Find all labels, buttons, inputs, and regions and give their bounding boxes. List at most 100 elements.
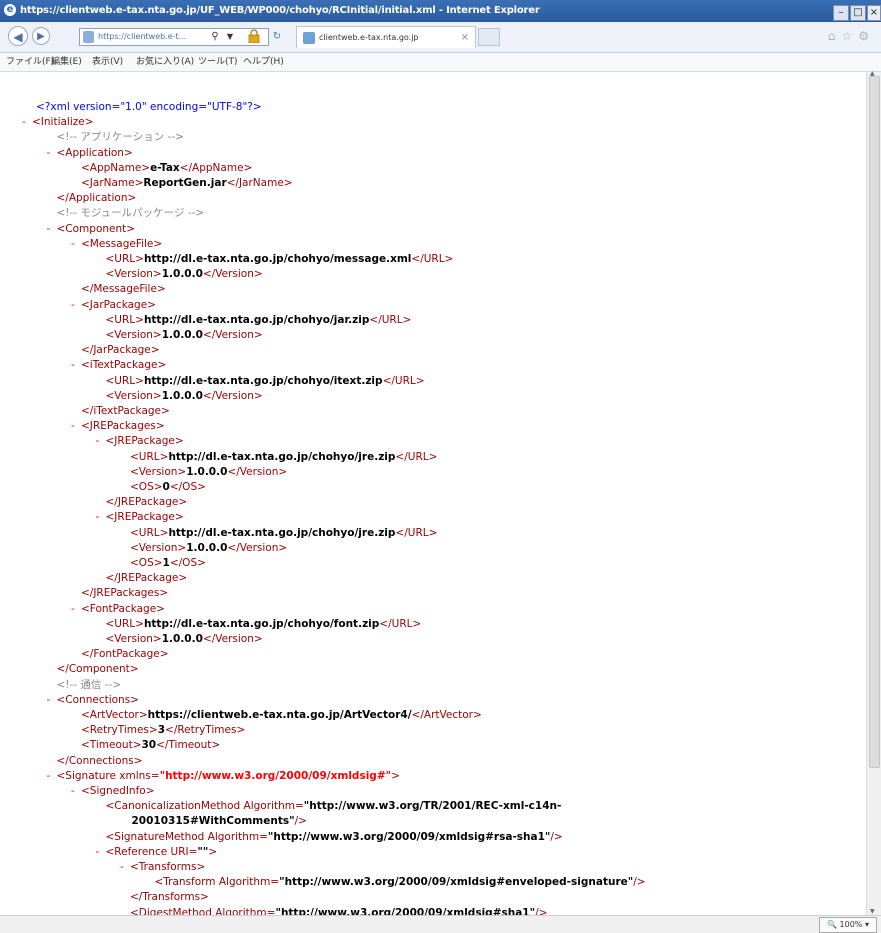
xml-tag-end: > xyxy=(208,845,218,858)
collapse-toggle[interactable]: - xyxy=(96,434,106,449)
xml-open-tag: <JREPackages> xyxy=(81,420,165,433)
xml-close-tag: </MessageFile> xyxy=(81,283,166,296)
xml-line: - <iTextPackage> xyxy=(71,358,166,373)
page-icon xyxy=(83,31,94,43)
xml-value: 3 xyxy=(157,724,166,737)
xml-open-tag: <Application> xyxy=(56,146,133,159)
xml-value: ReportGen.jar xyxy=(143,177,227,189)
status-bar: 🔍 100% ▾ xyxy=(0,915,881,933)
zoom-level: 100% xyxy=(839,920,863,929)
zoom-control[interactable]: 🔍 100% ▾ xyxy=(819,917,877,933)
xml-close-tag: </Version> xyxy=(227,465,288,478)
xml-open-tag: <SignatureMethod xyxy=(105,830,208,843)
xml-close-tag: </RetryTimes> xyxy=(165,724,246,737)
collapse-toggle[interactable]: - xyxy=(47,693,57,708)
search-icon[interactable]: ⚲ xyxy=(208,28,222,46)
xml-line: </Transforms> xyxy=(130,890,209,905)
home-icon[interactable]: ⌂ xyxy=(828,29,842,43)
scroll-down-icon[interactable]: ▼ xyxy=(870,908,875,915)
xml-open-tag: <SignedInfo> xyxy=(81,785,155,797)
xml-tag-end: /> xyxy=(294,815,307,828)
collapse-toggle[interactable]: - xyxy=(120,860,130,875)
close-icon[interactable]: × xyxy=(867,5,881,21)
xml-line: <URL>http://dl.e-tax.nta.go.jp/chohyo/jr… xyxy=(130,450,437,465)
maximize-icon[interactable]: □ xyxy=(850,5,866,21)
xml-close-tag: </URL> xyxy=(379,617,422,630)
menu-favorites[interactable]: お気に入り(A) xyxy=(136,53,194,71)
back-button[interactable]: ◀ xyxy=(8,26,28,46)
collapse-toggle[interactable]: - xyxy=(47,146,57,161)
menu-file[interactable]: ファイル(F) xyxy=(6,53,54,71)
refresh-icon[interactable]: ↻ xyxy=(270,28,284,46)
gear-icon[interactable]: ⚙ xyxy=(858,29,875,43)
xml-line: <URL>http://dl.e-tax.nta.go.jp/chohyo/jr… xyxy=(130,526,437,541)
xml-open-tag: <Timeout> xyxy=(81,739,142,752)
xml-open-tag: <URL> xyxy=(130,450,169,463)
menu-edit[interactable]: 編集(E) xyxy=(51,53,82,71)
xml-open-tag: <OS> xyxy=(130,557,163,569)
xml-line: </Application> xyxy=(57,191,137,206)
xml-open-tag: <Connections> xyxy=(56,693,139,706)
xml-line: </JREPackage> xyxy=(106,571,188,586)
xml-open-tag: <URL> xyxy=(105,253,144,265)
collapse-toggle[interactable]: - xyxy=(22,115,32,130)
xml-value: 0 xyxy=(162,481,170,493)
xml-line: <!-- アプリケーション --> xyxy=(57,130,184,145)
xml-open-tag: <OS> xyxy=(130,481,163,493)
xml-value: 1.0.0.0 xyxy=(186,541,228,554)
collapse-toggle[interactable]: - xyxy=(96,510,106,525)
collapse-toggle[interactable]: - xyxy=(71,419,81,434)
collapse-toggle[interactable]: - xyxy=(71,298,81,313)
xml-line: - <Connections> xyxy=(47,693,139,708)
xml-line: <Version>1.0.0.0</Version> xyxy=(130,541,287,556)
xml-open-tag: <Version> xyxy=(105,389,162,402)
tab-close-icon[interactable]: × xyxy=(461,27,469,48)
xml-line: <OS>0</OS> xyxy=(130,480,206,495)
xml-value: 1.0.0.0 xyxy=(186,465,228,478)
collapse-toggle[interactable]: - xyxy=(71,237,81,252)
minimize-icon[interactable]: – xyxy=(833,5,849,21)
xml-declaration: <?xml version="1.0" encoding="UTF-8"?> xyxy=(36,101,262,113)
vertical-scrollbar[interactable]: ▲ ▼ xyxy=(866,70,881,915)
collapse-toggle[interactable]: - xyxy=(96,845,106,860)
navigation-bar: ◀ ▶ https://clientweb.e-t... ⚲ ▼ ↻ clien… xyxy=(0,22,881,53)
xml-close-tag: </Version> xyxy=(227,541,288,554)
xml-line: - <JREPackages> xyxy=(71,419,165,434)
window-title: https://clientweb.e-tax.nta.go.jp/UF_WEB… xyxy=(20,5,540,16)
scrollbar-thumb[interactable] xyxy=(869,76,880,768)
collapse-toggle[interactable]: - xyxy=(47,769,57,784)
xml-line: <Version>1.0.0.0</Version> xyxy=(106,632,263,647)
xml-open-tag: <ArtVector> xyxy=(81,709,148,721)
favorites-icon[interactable]: ☆ xyxy=(841,29,858,43)
xml-open-tag: <Version> xyxy=(130,465,187,478)
menu-bar: ファイル(F) 編集(E) 表示(V) お気に入り(A) ツール(T) ヘルプ(… xyxy=(0,53,881,72)
xml-line: <CanonicalizationMethod Algorithm="http:… xyxy=(106,799,562,814)
new-tab-button[interactable] xyxy=(478,28,500,46)
tab-page-icon xyxy=(303,32,315,44)
collapse-toggle[interactable]: - xyxy=(47,222,57,237)
xml-line: - <JarPackage> xyxy=(71,298,156,313)
xml-line: <RetryTimes>3</RetryTimes> xyxy=(81,723,245,738)
forward-button[interactable]: ▶ xyxy=(32,27,50,45)
xml-comment: <!-- 通信 --> xyxy=(56,678,122,691)
xml-tag-end: > xyxy=(391,769,400,782)
xml-open-tag: <Initialize> xyxy=(32,116,94,129)
xml-open-tag: <CanonicalizationMethod xyxy=(105,800,244,813)
xml-open-tag: <Version> xyxy=(130,541,187,554)
collapse-toggle[interactable]: - xyxy=(71,784,81,799)
browser-tab[interactable]: clientweb.e-tax.nta.go.jp × xyxy=(296,26,476,48)
xml-viewer: <?xml version="1.0" encoding="UTF-8"?> - <… xyxy=(0,72,867,915)
address-bar[interactable]: https://clientweb.e-t... xyxy=(79,28,269,46)
toolbar-right-icons: ⌂☆⚙ xyxy=(828,29,875,43)
xml-open-tag: <iTextPackage> xyxy=(81,359,167,372)
address-dropdown-icon[interactable]: ▼ xyxy=(224,28,236,46)
collapse-toggle[interactable]: - xyxy=(71,358,81,373)
lock-icon[interactable] xyxy=(248,29,260,43)
menu-view[interactable]: 表示(V) xyxy=(92,53,123,71)
menu-help[interactable]: ヘルプ(H) xyxy=(243,53,284,71)
collapse-toggle[interactable]: - xyxy=(71,602,81,617)
xml-close-tag: </Application> xyxy=(56,192,137,205)
xml-open-tag: <URL> xyxy=(105,374,144,387)
xml-close-tag: </URL> xyxy=(382,374,425,387)
menu-tools[interactable]: ツール(T) xyxy=(198,53,238,71)
